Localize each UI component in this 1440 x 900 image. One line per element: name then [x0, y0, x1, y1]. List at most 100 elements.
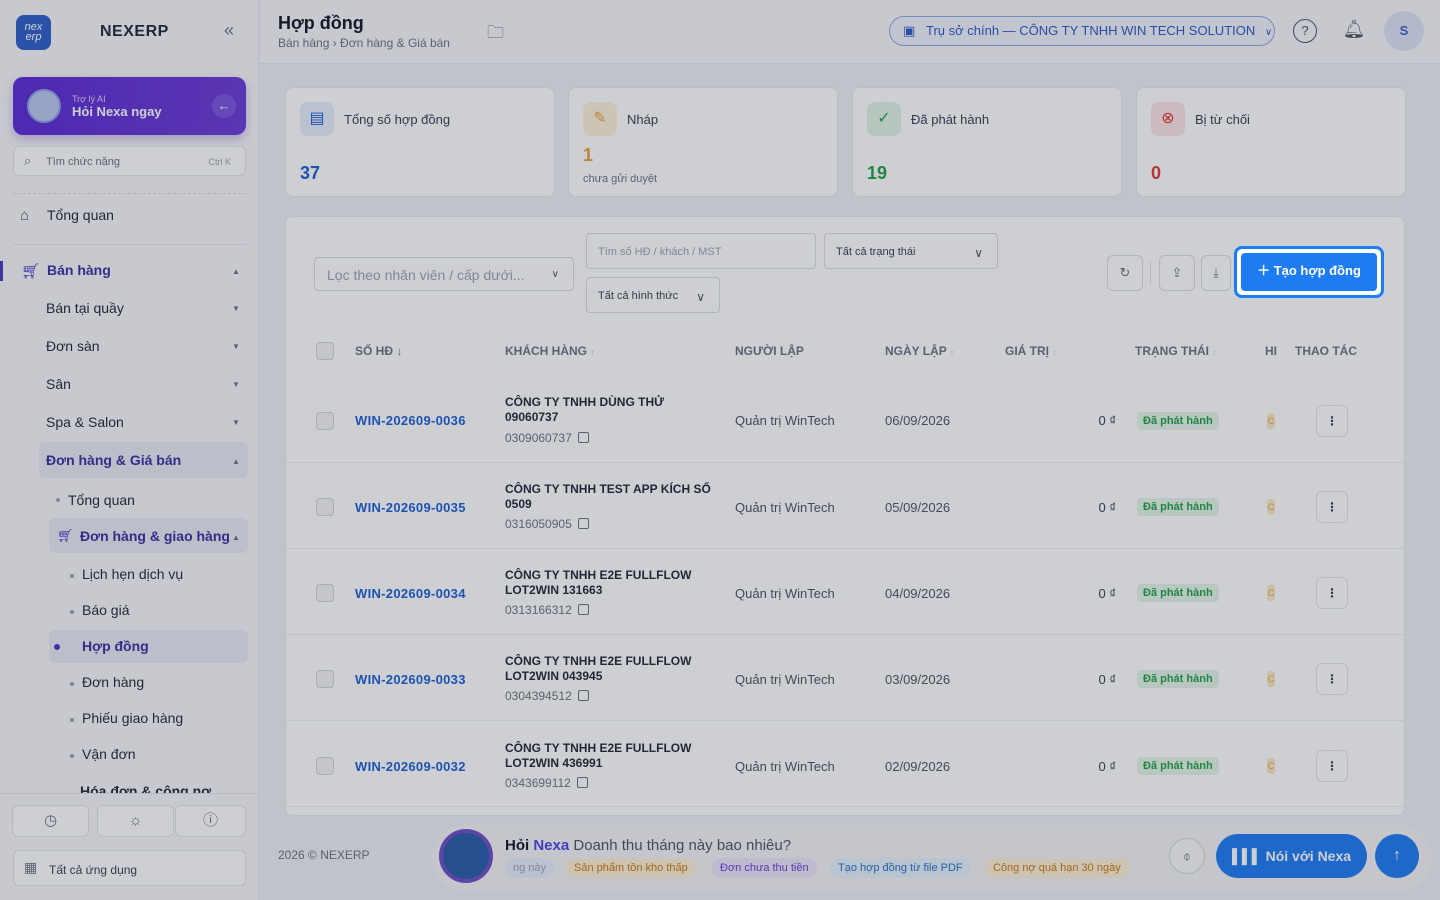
sidebar-item-spa-salon[interactable]: Spa & Salon: [46, 414, 124, 430]
table-row[interactable]: WIN-202609-0033 CÔNG TY TNHH E2E FULLFLO…: [286, 635, 1404, 721]
contract-value: 0 ₫: [1098, 672, 1116, 687]
suggestion-chip[interactable]: Đơn chưa thu tiền: [712, 858, 817, 878]
send-arrow-up-icon[interactable]: ↑: [1375, 834, 1419, 878]
sidebar-item-marketplace-orders[interactable]: Đơn sàn: [46, 338, 100, 354]
status-filter-select[interactable]: Tất cả trạng thái ∨: [824, 233, 998, 269]
col-value[interactable]: GIÁ TRỊ ↕: [1005, 344, 1056, 358]
copy-icon[interactable]: [577, 690, 589, 701]
chevron-up-icon[interactable]: ▲: [232, 533, 240, 542]
folder-icon[interactable]: 🗀: [487, 20, 504, 49]
breadcrumb[interactable]: Bán hàng › Đơn hàng & Giá bán: [278, 36, 450, 50]
all-apps-button[interactable]: ▦ Tất cả ứng dụng: [13, 850, 246, 886]
nexa-name: Nexa: [533, 837, 570, 854]
select-all-checkbox[interactable]: [316, 342, 334, 360]
table-row[interactable]: WIN-202609-0035 CÔNG TY TNHH TEST APP KÍ…: [286, 463, 1404, 549]
suggestion-chip[interactable]: Công nợ quá hạn 30 ngày: [985, 858, 1129, 878]
chevron-down-icon[interactable]: ▼: [232, 304, 240, 313]
col-contract-no[interactable]: SỐ HĐ ↓: [355, 344, 402, 358]
sidebar-item-invoices-clipped[interactable]: Hóa đơn & công nợ: [56, 781, 246, 793]
sidebar-item-waybills[interactable]: Vận đơn: [82, 746, 136, 762]
nexa-prompt[interactable]: Hỏi Nexa Doanh thu tháng này bao nhiêu?: [505, 837, 791, 854]
copy-icon[interactable]: [577, 518, 589, 529]
suggestion-chip[interactable]: Sản phẩm tồn kho thấp: [566, 858, 696, 878]
hi-badge: C: [1267, 413, 1275, 429]
more-actions-icon[interactable]: ⋮: [1316, 750, 1348, 782]
row-checkbox[interactable]: [316, 670, 334, 688]
sidebar-item-sales[interactable]: Bán hàng: [47, 262, 111, 278]
refresh-icon[interactable]: ↻: [1107, 255, 1143, 291]
contract-number-link[interactable]: WIN-202609-0032: [355, 759, 466, 774]
create-contract-button[interactable]: ＋ Tạo hợp đồng: [1234, 246, 1384, 298]
sidebar-item-sub-overview[interactable]: Tổng quan: [68, 492, 135, 508]
contract-number-link[interactable]: WIN-202609-0036: [355, 413, 466, 428]
chevron-down-icon[interactable]: ▼: [232, 380, 240, 389]
suggestion-chip[interactable]: ng này: [505, 858, 555, 878]
sidebar-item-orders-pricing[interactable]: Đơn hàng & Giá bán: [46, 452, 181, 468]
history-icon[interactable]: ◷: [12, 805, 89, 837]
sidebar-item-overview[interactable]: Tổng quan: [47, 207, 114, 223]
upload-icon[interactable]: ⇪: [1159, 255, 1195, 291]
row-checkbox[interactable]: [316, 584, 334, 602]
talk-with-nexa-button[interactable]: ▌▌▌ Nói với Nexa: [1216, 834, 1367, 878]
suggestion-chip[interactable]: Tạo hợp đồng từ file PDF: [830, 858, 971, 878]
stat-card-rejected[interactable]: ⊗ Bị từ chối 0: [1136, 87, 1406, 197]
table-row[interactable]: WIN-202609-0032 CÔNG TY TNHH E2E FULLFLO…: [286, 721, 1404, 807]
table-row[interactable]: WIN-202609-0036 CÔNG TY TNHH DÙNG THỬ 09…: [286, 377, 1404, 463]
copy-icon[interactable]: [577, 604, 589, 615]
chevron-up-icon[interactable]: ▲: [232, 267, 240, 276]
theme-sun-icon[interactable]: ☼: [97, 805, 174, 837]
row-checkbox[interactable]: [316, 498, 334, 516]
bullet-icon: [70, 610, 74, 614]
all-apps-label: Tất cả ứng dụng: [49, 863, 138, 877]
hi-badge: C: [1267, 758, 1275, 774]
more-actions-icon[interactable]: ⋮: [1316, 577, 1348, 609]
download-icon[interactable]: ⤓: [1201, 255, 1231, 291]
sidebar-item-contracts[interactable]: Hợp đồng: [82, 638, 149, 654]
function-search-input[interactable]: ⌕ Tìm chức năng Ctrl K: [13, 146, 246, 176]
help-icon[interactable]: ?: [1293, 19, 1317, 43]
copy-icon[interactable]: [577, 432, 589, 443]
user-avatar[interactable]: S: [1384, 11, 1424, 51]
chevron-down-icon[interactable]: ▼: [232, 342, 240, 351]
sidebar-item-court[interactable]: Sân: [46, 376, 71, 392]
sidebar-item-invoices[interactable]: Hóa đơn & công nợ: [80, 783, 211, 793]
info-icon[interactable]: ⓘ: [175, 805, 246, 837]
chevron-up-icon[interactable]: ▲: [232, 457, 240, 466]
more-actions-icon[interactable]: ⋮: [1316, 663, 1348, 695]
sidebar-item-orders-delivery[interactable]: Đơn hàng & giao hàng: [80, 528, 230, 544]
sidebar-item-service-appointments[interactable]: Lịch hẹn dịch vụ: [82, 566, 183, 582]
stat-card-draft[interactable]: ✎ Nháp 1 chưa gửi duyệt: [568, 87, 838, 197]
stat-card-issued[interactable]: ✓ Đã phát hành 19: [852, 87, 1122, 197]
staff-filter-select[interactable]: Lọc theo nhân viên / cấp dưới... ∨: [314, 257, 574, 291]
ai-assistant-card[interactable]: Trợ lý AI Hỏi Nexa ngay ←: [13, 77, 246, 135]
attach-icon[interactable]: ⌽: [1169, 838, 1205, 874]
contract-number-link[interactable]: WIN-202609-0033: [355, 672, 466, 687]
contract-number-link[interactable]: WIN-202609-0034: [355, 586, 466, 601]
app-logo[interactable]: nex erp: [16, 15, 51, 50]
bell-icon[interactable]: 🔔︎: [1342, 19, 1366, 43]
sidebar-item-counter-sales[interactable]: Bán tại quầy: [46, 300, 124, 316]
chevron-down-icon[interactable]: ▼: [232, 418, 240, 427]
more-actions-icon[interactable]: ⋮: [1316, 491, 1348, 523]
branch-selector[interactable]: ▣ Trụ sở chính — CÔNG TY TNHH WIN TECH S…: [889, 16, 1275, 46]
tax-code-value: 0316050905: [505, 517, 572, 531]
more-actions-icon[interactable]: ⋮: [1316, 405, 1348, 437]
col-status[interactable]: TRẠNG THÁI ↕: [1135, 344, 1216, 358]
type-filter-select[interactable]: Tất cả hình thức ∨: [586, 277, 720, 313]
contract-value: 0 ₫: [1098, 500, 1116, 515]
copy-icon[interactable]: [576, 777, 588, 788]
col-customer[interactable]: KHÁCH HÀNG ↕: [505, 344, 594, 358]
sidebar-item-orders[interactable]: Đơn hàng: [82, 674, 144, 690]
arrow-left-icon[interactable]: ←: [212, 94, 236, 118]
sidebar-item-delivery-notes[interactable]: Phiếu giao hàng: [82, 710, 183, 726]
stat-card-total[interactable]: ▤ Tổng số hợp đồng 37: [285, 87, 555, 197]
nexa-robot-icon[interactable]: [439, 829, 493, 883]
collapse-sidebar-icon[interactable]: «: [224, 20, 234, 41]
sidebar-item-quotes[interactable]: Báo giá: [82, 602, 129, 618]
contract-search-input[interactable]: Tìm số HĐ / khách / MST: [586, 233, 816, 269]
col-date[interactable]: NGÀY LẬP ↕: [885, 344, 954, 358]
contract-number-link[interactable]: WIN-202609-0035: [355, 500, 466, 515]
row-checkbox[interactable]: [316, 757, 334, 775]
table-row[interactable]: WIN-202609-0034 CÔNG TY TNHH E2E FULLFLO…: [286, 549, 1404, 635]
row-checkbox[interactable]: [316, 412, 334, 430]
